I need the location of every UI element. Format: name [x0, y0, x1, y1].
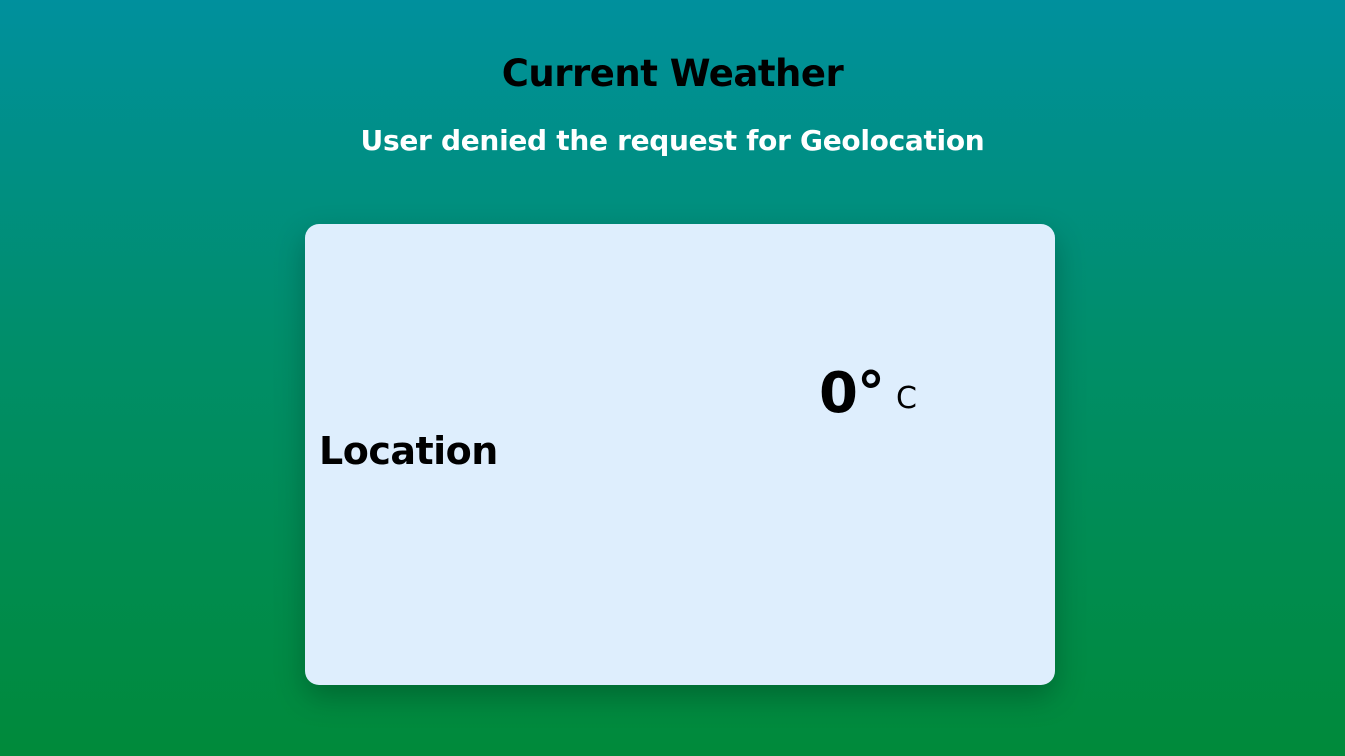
weather-card: Location 0° C: [305, 224, 1055, 685]
temperature-unit: C: [895, 381, 917, 416]
temperature-value: 0°: [819, 361, 885, 426]
page-title: Current Weather: [501, 52, 844, 95]
temperature-display: 0° C: [819, 366, 917, 422]
geolocation-status-message: User denied the request for Geolocation: [360, 124, 985, 157]
location-name: Location: [319, 429, 498, 473]
